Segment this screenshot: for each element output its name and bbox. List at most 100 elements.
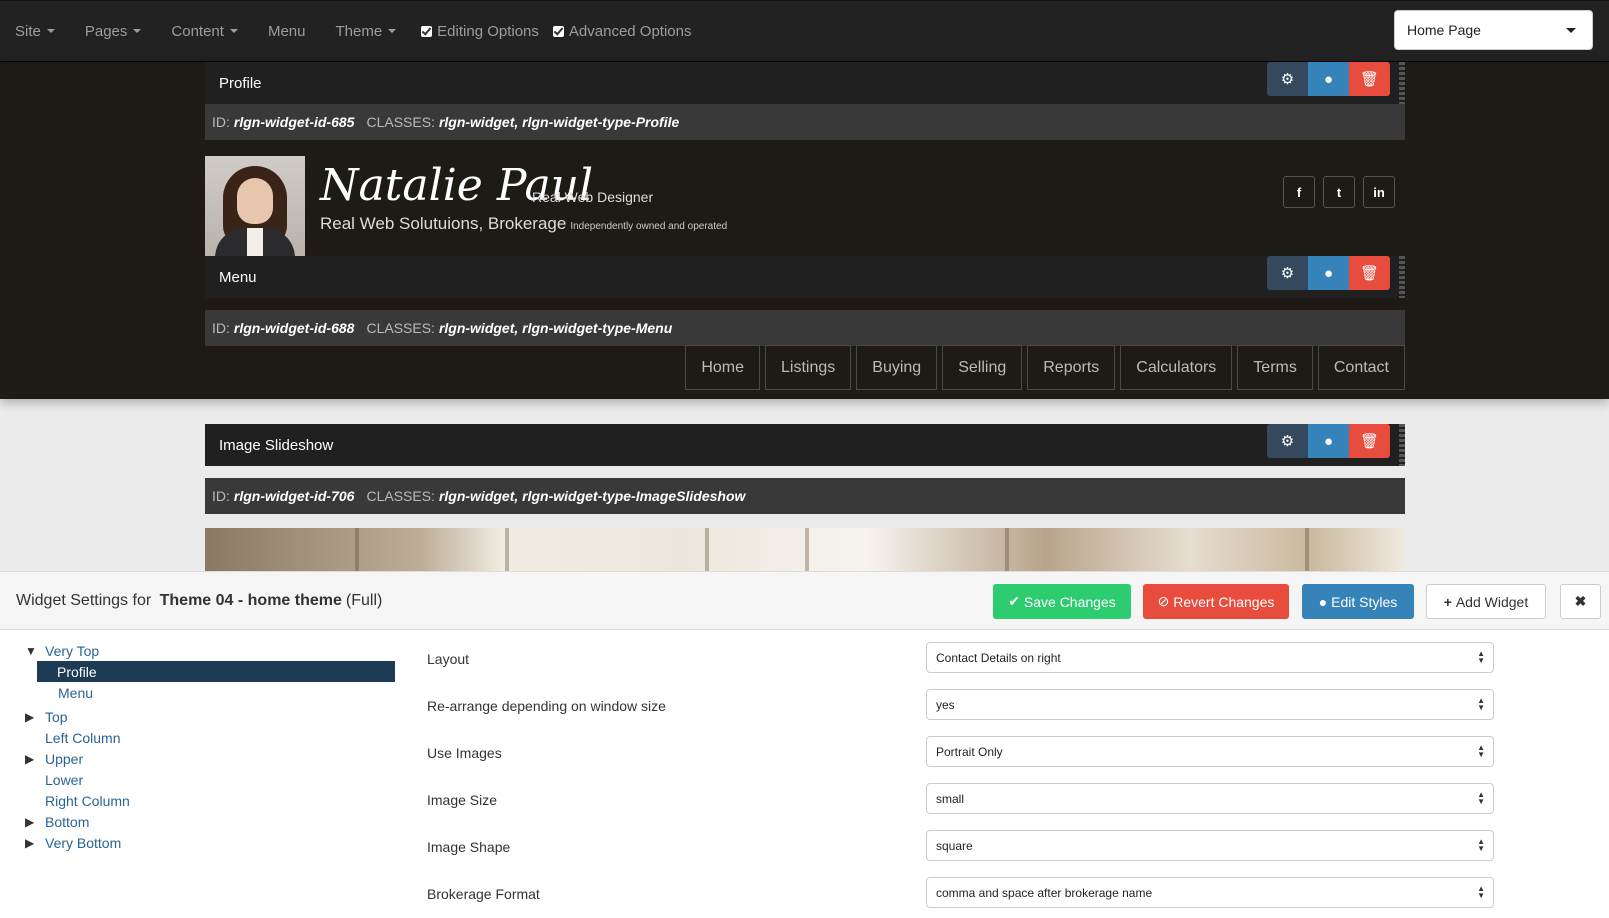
checkbox-checked-icon[interactable] (552, 25, 564, 37)
menu-item-reports[interactable]: Reports (1027, 345, 1116, 390)
brokerage-format-label: Brokerage Format (427, 886, 540, 902)
droplet-icon: ● (1323, 432, 1334, 450)
menu-item-calculators[interactable]: Calculators (1120, 345, 1233, 390)
check-icon: ✔ (1008, 593, 1024, 609)
trash-icon: 🗑 (1359, 433, 1380, 450)
image-shape-select[interactable]: square ▲ ▼ (926, 830, 1494, 861)
site-menu: Home Listings Buying Selling Reports Cal… (680, 345, 1405, 390)
gear-icon: ⚙ (1280, 433, 1295, 450)
tree-item-very-bottom[interactable]: ▶ Very Bottom (25, 832, 405, 853)
drag-handle[interactable] (1399, 424, 1405, 466)
widget-bar-profile: Profile ⚙ ● 🗑 (205, 62, 1405, 104)
twitter-icon[interactable]: t (1323, 176, 1355, 208)
settings-header: Widget Settings for Theme 04 - home them… (0, 572, 1609, 630)
rearrange-select[interactable]: yes ▲ ▼ (926, 689, 1494, 720)
nav-site[interactable]: Site (15, 23, 55, 40)
profile-brokerage: Real Web Solutuions, Brokerage Independen… (320, 214, 728, 233)
layout-label: Layout (427, 651, 470, 667)
triangle-right-icon: ▶ (25, 709, 35, 724)
brokerage-format-select[interactable]: comma and space after brokerage name ▲ ▼ (926, 877, 1494, 908)
menu-item-terms[interactable]: Terms (1237, 345, 1313, 390)
add-widget-button[interactable]: + Add Widget (1426, 584, 1546, 619)
tree-item-top[interactable]: ▶ Top (25, 706, 405, 727)
page-select[interactable]: Home Page (1394, 10, 1593, 50)
revert-changes-button[interactable]: ⊘ Revert Changes (1143, 584, 1289, 619)
image-size-select[interactable]: small ▲ ▼ (926, 783, 1494, 814)
caret-down-icon (133, 29, 142, 33)
widget-title: Image Slideshow (219, 436, 334, 454)
gear-icon: ⚙ (1280, 265, 1295, 282)
close-icon[interactable]: ✖ (1560, 584, 1601, 619)
slideshow-image (205, 528, 1405, 573)
nav-theme[interactable]: Theme (335, 23, 397, 40)
trash-icon: 🗑 (1359, 71, 1380, 88)
layout-select[interactable]: Contact Details on right ▲ ▼ (926, 642, 1494, 673)
tree-item-menu[interactable]: Menu (25, 682, 405, 703)
triangle-right-icon: ▶ (25, 751, 35, 766)
checkbox-checked-icon[interactable] (421, 25, 433, 37)
facebook-icon[interactable]: f (1283, 176, 1315, 208)
widget-id-bar: ID: rlgn-widget-id-706 CLASSES: rlgn-widge… (205, 478, 1405, 514)
widget-style-button[interactable]: ● (1308, 424, 1349, 458)
advanced-options-toggle[interactable]: Advanced Options (552, 23, 691, 40)
nav-pages[interactable]: Pages (85, 23, 142, 40)
widget-settings-button[interactable]: ⚙ (1267, 62, 1308, 96)
nav-content[interactable]: Content (171, 23, 238, 40)
tree-item-lower[interactable]: Lower (25, 769, 405, 790)
widget-delete-button[interactable]: 🗑 (1349, 62, 1390, 96)
gear-icon: ⚙ (1280, 71, 1295, 88)
widget-title: Menu (219, 268, 257, 286)
menu-item-contact[interactable]: Contact (1317, 345, 1405, 390)
widget-settings-button[interactable]: ⚙ (1267, 256, 1308, 290)
droplet-icon: ● (1318, 593, 1332, 610)
triangle-right-icon: ▶ (25, 814, 35, 829)
nav-menu[interactable]: Menu (268, 23, 306, 40)
widget-settings-button[interactable]: ⚙ (1267, 424, 1308, 458)
triangle-right-icon: ▶ (25, 835, 35, 850)
image-shape-label: Image Shape (427, 839, 511, 855)
widget-bar-slideshow: Image Slideshow ⚙ ● 🗑 (205, 424, 1405, 466)
select-arrows-icon: ▲ ▼ (1477, 649, 1485, 665)
widget-buttons: ⚙ ● 🗑 (1267, 424, 1390, 458)
menu-item-selling[interactable]: Selling (942, 345, 1023, 390)
edit-styles-button[interactable]: ● Edit Styles (1302, 584, 1414, 619)
select-arrows-icon: ▲ ▼ (1477, 696, 1485, 712)
tree-item-bottom[interactable]: ▶ Bottom (25, 811, 405, 832)
widget-buttons: ⚙ ● 🗑 (1267, 62, 1390, 96)
triangle-down-icon: ▼ (25, 643, 37, 658)
drag-handle[interactable] (1399, 62, 1405, 104)
use-images-label: Use Images (427, 745, 502, 761)
tree-item-profile[interactable]: Profile (37, 661, 395, 682)
trash-icon: 🗑 (1359, 265, 1380, 282)
select-arrows-icon: ▲ ▼ (1477, 884, 1485, 900)
tree-item-right-column[interactable]: Right Column (25, 790, 405, 811)
tree-item-left-column[interactable]: Left Column (25, 727, 405, 748)
top-navbar: Site Pages Content Menu Theme Editing Op… (0, 0, 1609, 62)
save-changes-button[interactable]: ✔ Save Changes (993, 584, 1131, 619)
droplet-icon: ● (1323, 70, 1334, 88)
widget-buttons: ⚙ ● 🗑 (1267, 256, 1390, 290)
widget-tree: ▼ Very Top Profile Menu ▶ Top Left Column … (25, 640, 405, 853)
caret-down-icon (229, 29, 238, 33)
linkedin-icon[interactable]: in (1363, 176, 1395, 208)
use-images-select[interactable]: Portrait Only ▲ ▼ (926, 736, 1494, 767)
widget-delete-button[interactable]: 🗑 (1349, 424, 1390, 458)
select-arrows-icon: ▲ ▼ (1477, 837, 1485, 853)
widget-settings-panel: Widget Settings for Theme 04 - home them… (0, 571, 1609, 918)
select-arrows-icon: ▲ ▼ (1477, 790, 1485, 806)
widget-style-button[interactable]: ● (1308, 62, 1349, 96)
editing-options-toggle[interactable]: Editing Options (421, 23, 539, 40)
caret-down-icon (388, 29, 397, 33)
tree-item-very-top[interactable]: ▼ Very Top (25, 640, 405, 661)
rearrange-label: Re-arrange depending on window size (427, 698, 666, 714)
menu-item-home[interactable]: Home (685, 345, 761, 390)
widget-delete-button[interactable]: 🗑 (1349, 256, 1390, 290)
widget-title: Profile (219, 74, 262, 92)
tree-item-upper[interactable]: ▶ Upper (25, 748, 405, 769)
widget-id-bar: ID: rlgn-widget-id-685 CLASSES: rlgn-widge… (205, 104, 1405, 140)
widget-style-button[interactable]: ● (1308, 256, 1349, 290)
menu-item-buying[interactable]: Buying (856, 345, 938, 390)
drag-handle[interactable] (1399, 256, 1405, 298)
menu-item-listings[interactable]: Listings (765, 345, 852, 390)
widget-id-bar: ID: rlgn-widget-id-688 CLASSES: rlgn-widge… (205, 310, 1405, 346)
